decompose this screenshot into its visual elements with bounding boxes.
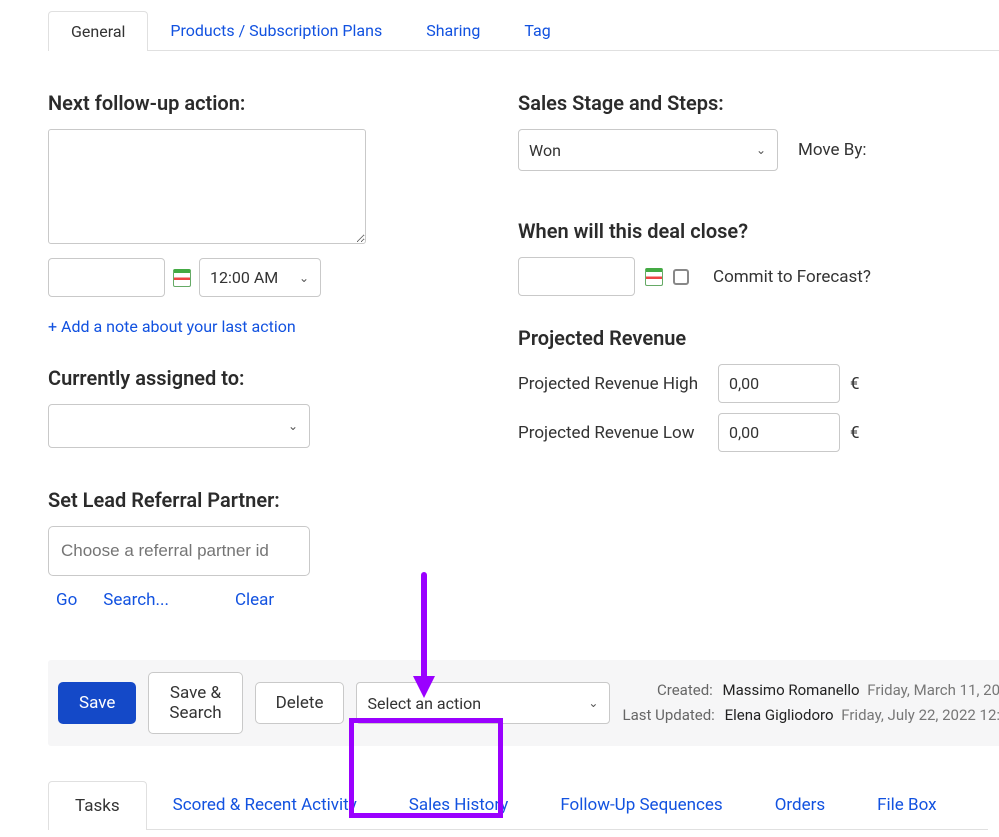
action-bar: Save Save & Search Delete Select an acti… bbox=[48, 660, 999, 746]
proj-revenue-low-input[interactable] bbox=[718, 413, 840, 452]
updated-date: Friday, July 22, 2022 12:15 bbox=[841, 706, 999, 724]
tab-sales-history[interactable]: Sales History bbox=[383, 781, 535, 829]
add-note-link[interactable]: + Add a note about your last action bbox=[48, 317, 498, 336]
bottom-tab-bar: Tasks Scored & Recent Activity Sales His… bbox=[48, 780, 988, 830]
referral-partner-label: Set Lead Referral Partner: bbox=[48, 488, 498, 512]
tab-general[interactable]: General bbox=[48, 11, 148, 51]
tab-tasks[interactable]: Tasks bbox=[48, 781, 147, 830]
referral-search-link[interactable]: Search... bbox=[103, 590, 169, 610]
select-action-dropdown[interactable]: Select an action bbox=[356, 682, 610, 724]
tab-products[interactable]: Products / Subscription Plans bbox=[148, 11, 404, 50]
commit-forecast-checkbox[interactable] bbox=[673, 269, 689, 285]
sales-stage-select[interactable]: Won bbox=[518, 129, 778, 171]
proj-revenue-high-input[interactable] bbox=[718, 364, 840, 403]
tab-scored-activity[interactable]: Scored & Recent Activity bbox=[147, 781, 383, 829]
followup-action-label: Next follow-up action: bbox=[48, 91, 498, 115]
created-label: Created: bbox=[657, 681, 713, 699]
calendar-icon[interactable] bbox=[173, 269, 191, 287]
record-meta: Created: Massimo Romanello Friday, March… bbox=[622, 678, 999, 729]
created-by-name: Massimo Romanello bbox=[723, 681, 860, 699]
followup-action-textarea[interactable] bbox=[48, 129, 366, 244]
created-date: Friday, March 11, 2022 bbox=[867, 681, 999, 699]
tab-sharing[interactable]: Sharing bbox=[404, 11, 502, 50]
referral-clear-link[interactable]: Clear bbox=[235, 590, 274, 610]
referral-partner-input[interactable] bbox=[48, 526, 310, 576]
followup-time-select[interactable]: 12:00 AM bbox=[199, 258, 321, 297]
move-by-label: Move By: bbox=[798, 140, 867, 160]
top-tab-bar: General Products / Subscription Plans Sh… bbox=[48, 0, 999, 51]
delete-button[interactable]: Delete bbox=[255, 682, 345, 724]
proj-revenue-high-label: Projected Revenue High bbox=[518, 374, 708, 394]
save-button[interactable]: Save bbox=[58, 682, 136, 724]
updated-by-name: Elena Gigliodoro bbox=[725, 706, 834, 724]
currency-symbol: € bbox=[850, 374, 860, 394]
tab-tag[interactable]: Tag bbox=[502, 11, 572, 50]
followup-date-input[interactable] bbox=[48, 258, 165, 297]
right-column: Sales Stage and Steps: Won ⌄ Move By: Wh… bbox=[518, 81, 999, 610]
deal-close-date-input[interactable] bbox=[518, 257, 635, 296]
sales-stage-label: Sales Stage and Steps: bbox=[518, 91, 999, 115]
tab-followup-sequences[interactable]: Follow-Up Sequences bbox=[534, 781, 748, 829]
save-search-button[interactable]: Save & Search bbox=[148, 672, 242, 734]
currency-symbol: € bbox=[850, 423, 860, 443]
deal-close-label: When will this deal close? bbox=[518, 219, 999, 243]
updated-label: Last Updated: bbox=[622, 706, 714, 724]
tab-orders[interactable]: Orders bbox=[749, 781, 851, 829]
referral-go-link[interactable]: Go bbox=[56, 590, 77, 610]
left-column: Next follow-up action: 12:00 AM ⌄ + Add … bbox=[48, 81, 498, 610]
assigned-to-select[interactable] bbox=[48, 404, 310, 448]
tab-file-box[interactable]: File Box bbox=[851, 781, 962, 829]
proj-revenue-low-label: Projected Revenue Low bbox=[518, 423, 708, 443]
assigned-to-label: Currently assigned to: bbox=[48, 366, 498, 390]
commit-forecast-label: Commit to Forecast? bbox=[713, 267, 871, 287]
calendar-icon[interactable] bbox=[645, 268, 663, 286]
projected-revenue-label: Projected Revenue bbox=[518, 326, 999, 350]
